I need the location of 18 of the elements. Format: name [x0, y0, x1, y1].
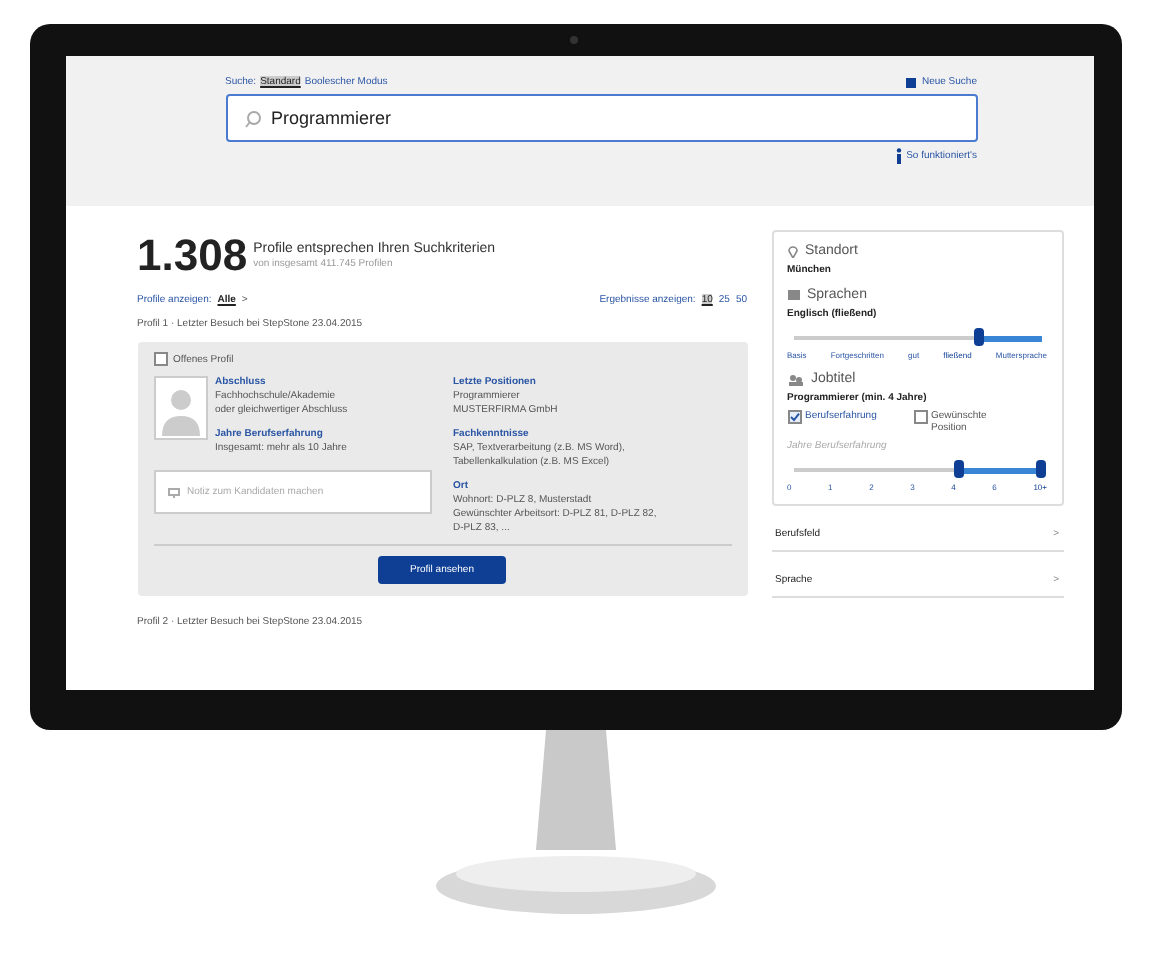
- search-icon: [243, 109, 261, 127]
- search-query: Programmierer: [271, 108, 392, 128]
- people-icon: [787, 373, 803, 385]
- result-count: 1.308: [137, 230, 248, 282]
- webcam-icon: [569, 36, 577, 44]
- checkbox[interactable]: [913, 410, 927, 424]
- slider-fill: [979, 335, 1041, 341]
- checkbox[interactable]: [153, 352, 167, 366]
- checkbox[interactable]: [787, 410, 801, 424]
- avatar-icon: [153, 376, 207, 440]
- location-pin-icon: [787, 244, 797, 258]
- slider-thumb[interactable]: [1036, 460, 1046, 478]
- info-icon: [896, 148, 903, 164]
- search-field[interactable]: Programmierer: [225, 94, 977, 142]
- slider-thumb[interactable]: [953, 460, 964, 478]
- monitor-icon: [167, 487, 179, 497]
- slider-thumb[interactable]: [974, 328, 984, 346]
- language-icon: [787, 290, 799, 300]
